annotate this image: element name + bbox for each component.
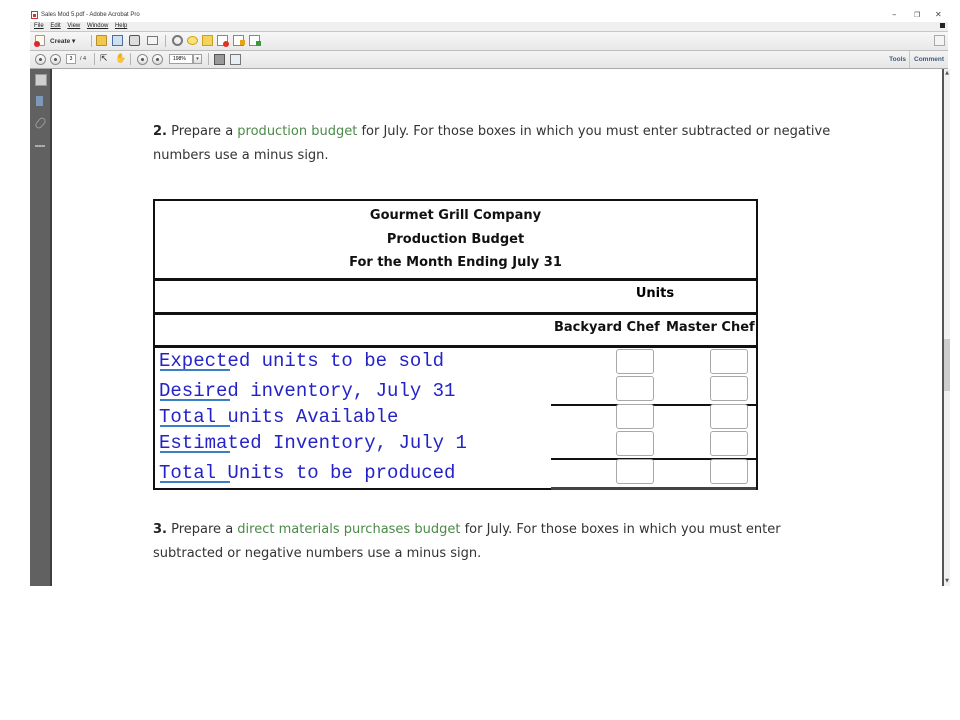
navigation-pane (30, 69, 52, 586)
menu-window[interactable]: Window (87, 22, 108, 31)
production-budget-table: Gourmet Grill Company Production Budget … (153, 199, 758, 490)
create-label: Create ▾ (50, 38, 76, 45)
row-label-total-units-produced: Total Units to be produced (159, 462, 456, 484)
expand-icon[interactable] (934, 35, 945, 46)
direct-materials-budget-link[interactable]: direct materials purchases budget (237, 522, 460, 537)
question-2: 2. Prepare a production budget for July.… (153, 120, 873, 168)
column-header-master-chef: Master Chef (666, 320, 755, 335)
restore-button[interactable]: ❐ (914, 11, 920, 19)
question-number: 2. (153, 124, 167, 139)
input-master-chef-units-produced[interactable] (710, 459, 748, 484)
input-master-chef-expected-units[interactable] (710, 349, 748, 374)
document-view: 2. Prepare a production budget for July.… (52, 69, 942, 586)
toolbar-divider (94, 53, 95, 65)
input-master-chef-total-available[interactable] (710, 404, 748, 429)
scroll-down-icon[interactable]: ▼ (944, 579, 950, 584)
email-icon[interactable] (147, 36, 158, 45)
zoom-dropdown[interactable]: ▾ (193, 54, 202, 64)
row-label-estimated-inventory: Estimated Inventory, July 1 (159, 432, 467, 454)
pdf-export-icon[interactable] (233, 35, 245, 46)
bookmarks-icon[interactable] (36, 96, 43, 106)
open-icon[interactable] (96, 35, 107, 46)
divider (155, 312, 756, 315)
print-icon[interactable] (129, 35, 140, 46)
vertical-scrollbar[interactable]: ▲ ▼ (942, 69, 950, 586)
row-label-total-units-available: Total units Available (159, 406, 399, 428)
full-screen-icon[interactable] (230, 54, 241, 65)
settings-icon[interactable] (172, 35, 183, 46)
divider (155, 278, 756, 281)
menu-bar: File Edit View Window Help (30, 22, 948, 32)
column-header-backyard-chef: Backyard Chef (554, 320, 660, 335)
pdf-remove-icon[interactable] (217, 35, 229, 47)
menu-edit[interactable]: Edit (50, 22, 60, 31)
question-text: Prepare a (166, 124, 238, 139)
input-master-chef-desired-inventory[interactable] (710, 376, 748, 401)
sticky-note-icon[interactable] (202, 35, 213, 46)
hand-tool-icon[interactable]: ✋ (115, 54, 126, 65)
scroll-thumb[interactable] (944, 339, 950, 391)
navigation-toolbar: 3 / 4 ⇱ ✋ 198% ▾ Tools Comment (30, 51, 948, 69)
divider (155, 345, 756, 348)
window-title: Sales Mod 5.pdf - Adobe Acrobat Pro (41, 12, 140, 18)
menu-help[interactable]: Help (115, 22, 127, 31)
comment-icon[interactable] (187, 36, 198, 45)
pdf-file-icon (31, 11, 38, 19)
input-backyard-chef-expected-units[interactable] (616, 349, 654, 374)
page-number-input[interactable]: 3 (66, 54, 76, 64)
menu-view[interactable]: View (67, 22, 80, 31)
create-icon (34, 35, 45, 47)
scroll-up-icon[interactable]: ▲ (944, 71, 950, 76)
close-document-icon[interactable] (940, 23, 945, 28)
production-budget-link[interactable]: production budget (237, 124, 357, 139)
main-toolbar: Create ▾ (30, 32, 948, 51)
question-3: 3. Prepare a direct materials purchases … (153, 518, 813, 566)
page-total: / 4 (80, 56, 87, 62)
pages-icon[interactable] (35, 74, 47, 86)
zoom-out-icon[interactable] (137, 54, 148, 65)
zoom-level-input[interactable]: 198% (169, 54, 193, 64)
toolbar-divider (909, 51, 910, 68)
toolbar-divider (165, 35, 166, 47)
budget-title: Production Budget (386, 232, 525, 247)
total-double-line (551, 487, 756, 490)
menu-file[interactable]: File (34, 22, 44, 31)
fit-page-icon[interactable] (214, 54, 225, 65)
save-icon[interactable] (112, 35, 123, 46)
input-backyard-chef-units-produced[interactable] (616, 459, 654, 484)
acrobat-window: Sales Mod 5.pdf - Adobe Acrobat Pro – ❐ … (30, 8, 950, 586)
next-page-icon[interactable] (50, 54, 61, 65)
company-name: Gourmet Grill Company (369, 208, 542, 223)
title-bar: Sales Mod 5.pdf - Adobe Acrobat Pro – ❐ … (30, 8, 950, 22)
comment-pane-link[interactable]: Comment (914, 56, 944, 63)
toolbar-divider (91, 35, 92, 47)
attachments-icon[interactable] (33, 116, 48, 130)
zoom-in-icon[interactable] (152, 54, 163, 65)
input-backyard-chef-total-available[interactable] (616, 404, 654, 429)
row-label-desired-inventory: Desired inventory, July 31 (159, 380, 456, 402)
question-number: 3. (153, 522, 167, 537)
question-text: Prepare a (166, 522, 238, 537)
budget-period: For the Month Ending July 31 (349, 255, 562, 270)
units-header: Units (635, 286, 675, 301)
minimize-button[interactable]: – (892, 10, 897, 20)
toolbar-divider (208, 53, 209, 65)
previous-page-icon[interactable] (35, 54, 46, 65)
close-button[interactable]: ✕ (935, 10, 942, 19)
signatures-icon[interactable] (35, 139, 45, 147)
input-master-chef-estimated-inventory[interactable] (710, 431, 748, 456)
tools-pane-link[interactable]: Tools (889, 56, 906, 63)
select-cursor-icon[interactable]: ⇱ (100, 54, 111, 65)
row-label-expected-units-sold: Expected units to be sold (159, 350, 445, 372)
input-backyard-chef-estimated-inventory[interactable] (616, 431, 654, 456)
input-backyard-chef-desired-inventory[interactable] (616, 376, 654, 401)
toolbar-divider (130, 53, 131, 65)
pdf-share-icon[interactable] (249, 35, 261, 46)
